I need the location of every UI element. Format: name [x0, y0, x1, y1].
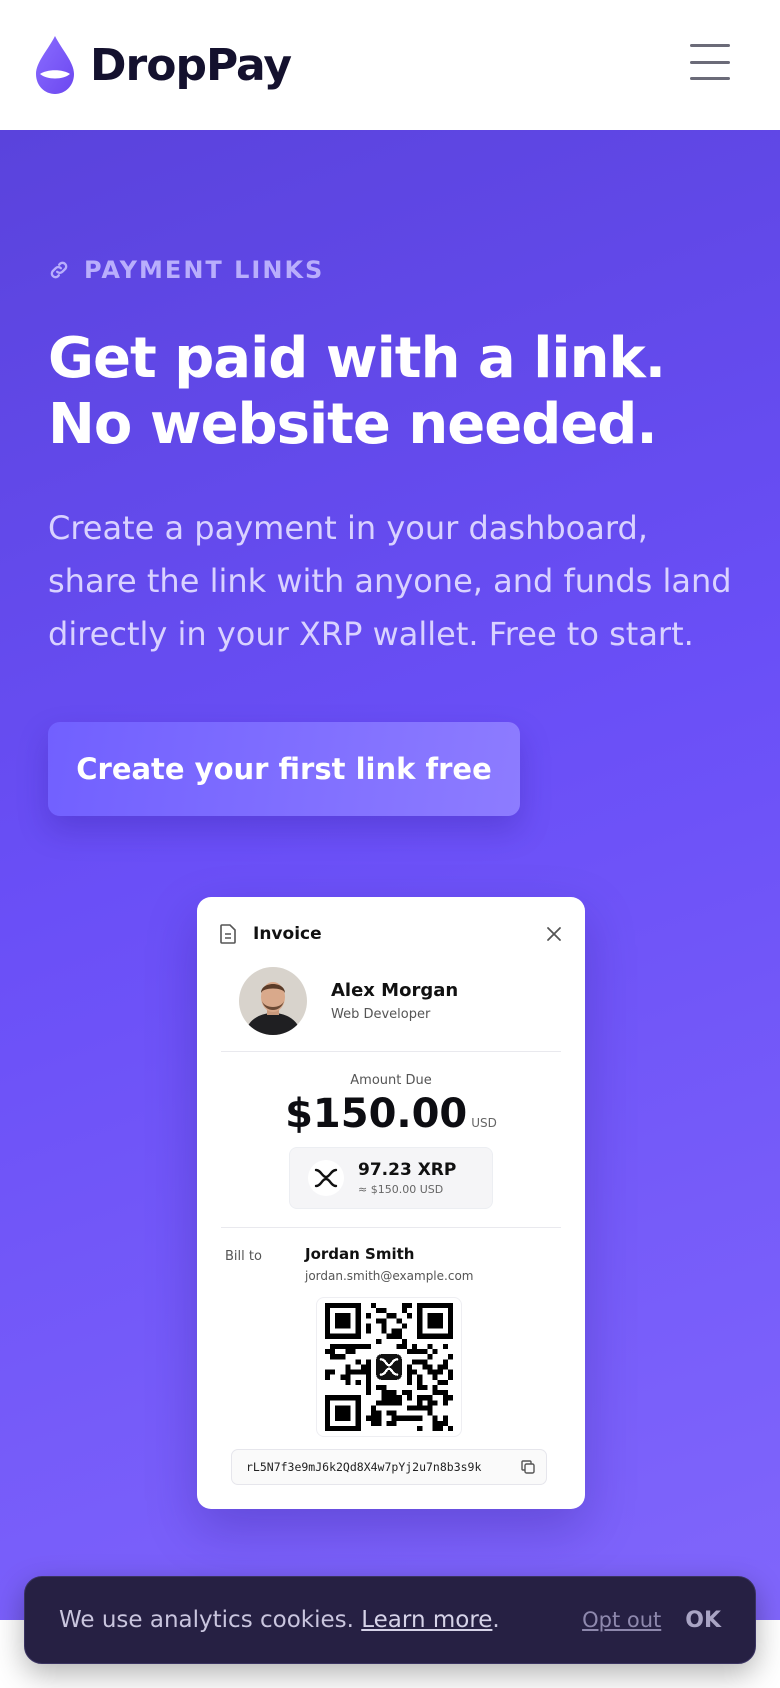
link-icon	[50, 261, 68, 279]
cookie-actions: Opt out OK	[582, 1608, 721, 1633]
amount-due-label: Amount Due	[350, 1073, 432, 1088]
ok-button[interactable]: OK	[685, 1608, 721, 1633]
xrp-icon	[308, 1160, 344, 1196]
xrp-text: 97.23 XRP ≈ $150.00 USD	[358, 1160, 456, 1196]
amount-row: $150.00 USD	[197, 1091, 585, 1137]
hero-headline: Get paid with a link. No website needed.	[48, 326, 748, 458]
close-icon[interactable]	[545, 925, 563, 943]
brand-logo[interactable]: DropPay	[34, 34, 292, 96]
divider	[221, 1051, 561, 1052]
page: DropPay PAYMENT LINKS Get paid with a li…	[0, 0, 780, 1688]
learn-more-link[interactable]: Learn more	[361, 1607, 492, 1633]
drop-logo-icon	[36, 36, 74, 94]
wallet-address: rL5N7f3e9mJ6k2Qd8X4w7pYj2u7n8b3s9k	[246, 1460, 482, 1474]
xrp-usd-equivalent: ≈ $150.00 USD	[358, 1183, 444, 1196]
cookie-text: We use analytics cookies.	[59, 1607, 354, 1633]
opt-out-link[interactable]: Opt out	[582, 1608, 661, 1632]
bill-to-label: Bill to	[225, 1249, 262, 1264]
menu-bar	[690, 60, 730, 64]
divider	[221, 1227, 561, 1228]
hamburger-menu-icon[interactable]	[690, 44, 730, 80]
sender-role: Web Developer	[331, 1007, 431, 1022]
headline-line-1: Get paid with a link.	[48, 326, 666, 391]
avatar	[239, 967, 307, 1035]
cookie-message: We use analytics cookies. Learn more.	[59, 1607, 500, 1633]
bill-to-name: Jordan Smith	[305, 1245, 415, 1263]
qr-code	[316, 1297, 462, 1437]
headline-line-2: No website needed.	[48, 392, 658, 457]
cookie-banner: We use analytics cookies. Learn more. Op…	[24, 1576, 756, 1664]
amount-currency: USD	[471, 1116, 497, 1130]
copy-icon[interactable]	[520, 1459, 536, 1475]
create-link-button[interactable]: Create your first link free	[48, 722, 520, 816]
cookie-period: .	[492, 1607, 500, 1633]
menu-bar	[690, 44, 730, 47]
amount-value: $150.00	[285, 1091, 468, 1137]
sender-profile: Alex Morgan Web Developer	[239, 967, 458, 1035]
invoice-header: Invoice	[219, 919, 563, 949]
sender-info: Alex Morgan Web Developer	[331, 980, 458, 1022]
hero-section: PAYMENT LINKS Get paid with a link. No w…	[0, 130, 780, 1620]
invoice-title: Invoice	[253, 924, 322, 944]
wallet-address-field[interactable]: rL5N7f3e9mJ6k2Qd8X4w7pYj2u7n8b3s9k	[231, 1449, 547, 1485]
menu-bar	[690, 77, 730, 80]
hero-subcopy: Create a payment in your dashboard, shar…	[48, 509, 732, 653]
qr-code-image	[325, 1303, 453, 1431]
eyebrow: PAYMENT LINKS	[48, 256, 324, 284]
eyebrow-label: PAYMENT LINKS	[84, 256, 325, 284]
xrp-amount: 97.23 XRP	[358, 1160, 457, 1180]
sender-name: Alex Morgan	[331, 980, 459, 1001]
invoice-card: Invoice Alex Morgan Web Developer Amount…	[197, 897, 585, 1509]
xrp-conversion-box: 97.23 XRP ≈ $150.00 USD	[289, 1147, 493, 1209]
site-header: DropPay	[0, 0, 780, 130]
document-icon	[220, 924, 236, 944]
brand-name: DropPay	[90, 39, 292, 91]
bill-to-email: jordan.smith@example.com	[305, 1269, 474, 1283]
